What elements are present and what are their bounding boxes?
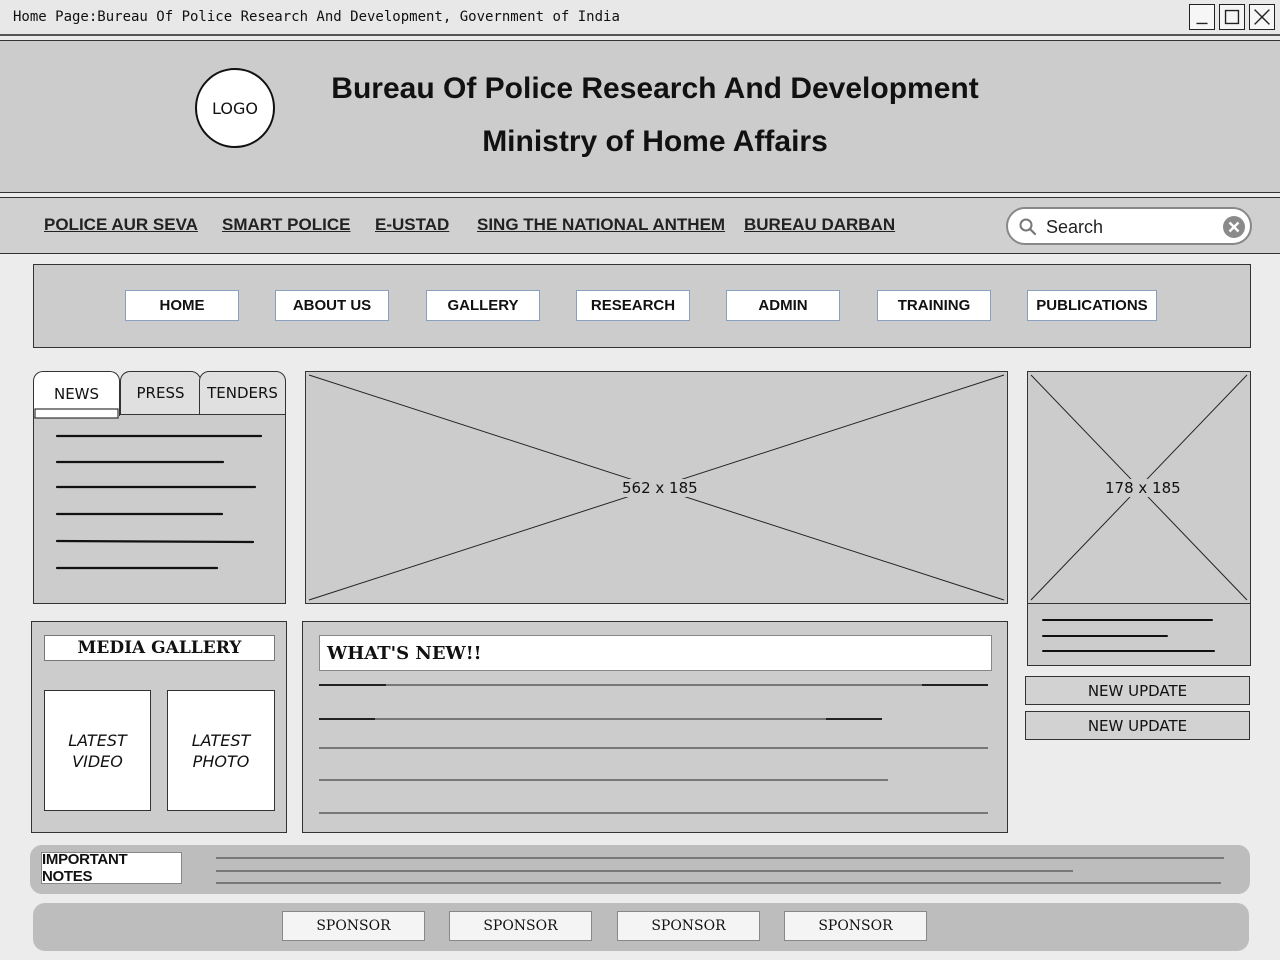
clear-icon[interactable] — [1222, 215, 1246, 239]
maximize-button[interactable] — [1219, 4, 1245, 30]
link-bureau-darban[interactable]: BUREAU DARBAN — [744, 215, 895, 235]
minimize-button[interactable] — [1189, 4, 1215, 30]
site-subtitle: Ministry of Home Affairs — [482, 125, 828, 158]
link-e-ustad[interactable]: E-USTAD — [375, 215, 449, 235]
sponsor-2[interactable]: SPONSOR — [449, 911, 592, 941]
main-nav: HOME ABOUT US GALLERY RESEARCH ADMIN TRA… — [33, 264, 1251, 348]
tab-tenders[interactable]: TENDERS — [199, 371, 286, 415]
nav-home[interactable]: HOME — [125, 290, 239, 321]
logo-label: LOGO — [212, 98, 258, 118]
nav-admin[interactable]: ADMIN — [726, 290, 840, 321]
latest-photo-card[interactable]: LATEST PHOTO — [167, 690, 275, 811]
side-image: 178 x 185 — [1027, 371, 1251, 604]
search-input[interactable] — [1044, 215, 1218, 239]
latest-video-card[interactable]: LATEST VIDEO — [44, 690, 151, 811]
sponsor-3[interactable]: SPONSOR — [617, 911, 760, 941]
link-national-anthem[interactable]: SING THE NATIONAL ANTHEM — [477, 215, 725, 235]
site-title: Bureau Of Police Research And Developmen… — [331, 72, 979, 105]
latest-video-label: LATEST VIDEO — [68, 730, 127, 771]
main-image-size-label: 562 x 185 — [620, 479, 700, 497]
main-banner-image: 562 x 185 — [305, 371, 1008, 604]
media-gallery-title: MEDIA GALLERY — [44, 635, 275, 661]
nav-publications[interactable]: PUBLICATIONS — [1027, 290, 1157, 321]
logo[interactable]: LOGO — [195, 68, 275, 148]
new-update-button-2[interactable]: NEW UPDATE — [1025, 711, 1250, 740]
nav-training[interactable]: TRAINING — [877, 290, 991, 321]
new-update-button-1[interactable]: NEW UPDATE — [1025, 676, 1250, 705]
search-box — [1006, 207, 1252, 245]
latest-photo-label: LATEST PHOTO — [191, 730, 251, 771]
nav-about-us[interactable]: ABOUT US — [275, 290, 389, 321]
tab-news[interactable]: NEWS — [33, 371, 120, 416]
search-icon — [1019, 218, 1037, 236]
site-header: LOGO Bureau Of Police Research And Devel… — [0, 40, 1280, 193]
news-panel — [33, 414, 286, 604]
top-link-bar: POLICE AUR SEVA SMART POLICE E-USTAD SIN… — [0, 197, 1280, 254]
window-title: Home Page:Bureau Of Police Research And … — [13, 9, 620, 25]
nav-gallery[interactable]: GALLERY — [426, 290, 540, 321]
side-image-size-label: 178 x 185 — [1103, 479, 1183, 497]
close-button[interactable] — [1249, 4, 1275, 30]
important-notes-label: IMPORTANT NOTES — [41, 851, 182, 885]
window-titlebar: Home Page:Bureau Of Police Research And … — [0, 0, 1280, 36]
link-smart-police[interactable]: SMART POLICE — [222, 215, 350, 235]
sponsor-1[interactable]: SPONSOR — [282, 911, 425, 941]
link-police-aur-seva[interactable]: POLICE AUR SEVA — [44, 215, 198, 235]
whats-new-title: WHAT'S NEW!! — [319, 635, 992, 671]
nav-research[interactable]: RESEARCH — [576, 290, 690, 321]
tab-press[interactable]: PRESS — [120, 371, 201, 415]
important-notes-bar — [30, 845, 1250, 894]
sponsor-4[interactable]: SPONSOR — [784, 911, 927, 941]
side-image-caption — [1027, 603, 1251, 666]
